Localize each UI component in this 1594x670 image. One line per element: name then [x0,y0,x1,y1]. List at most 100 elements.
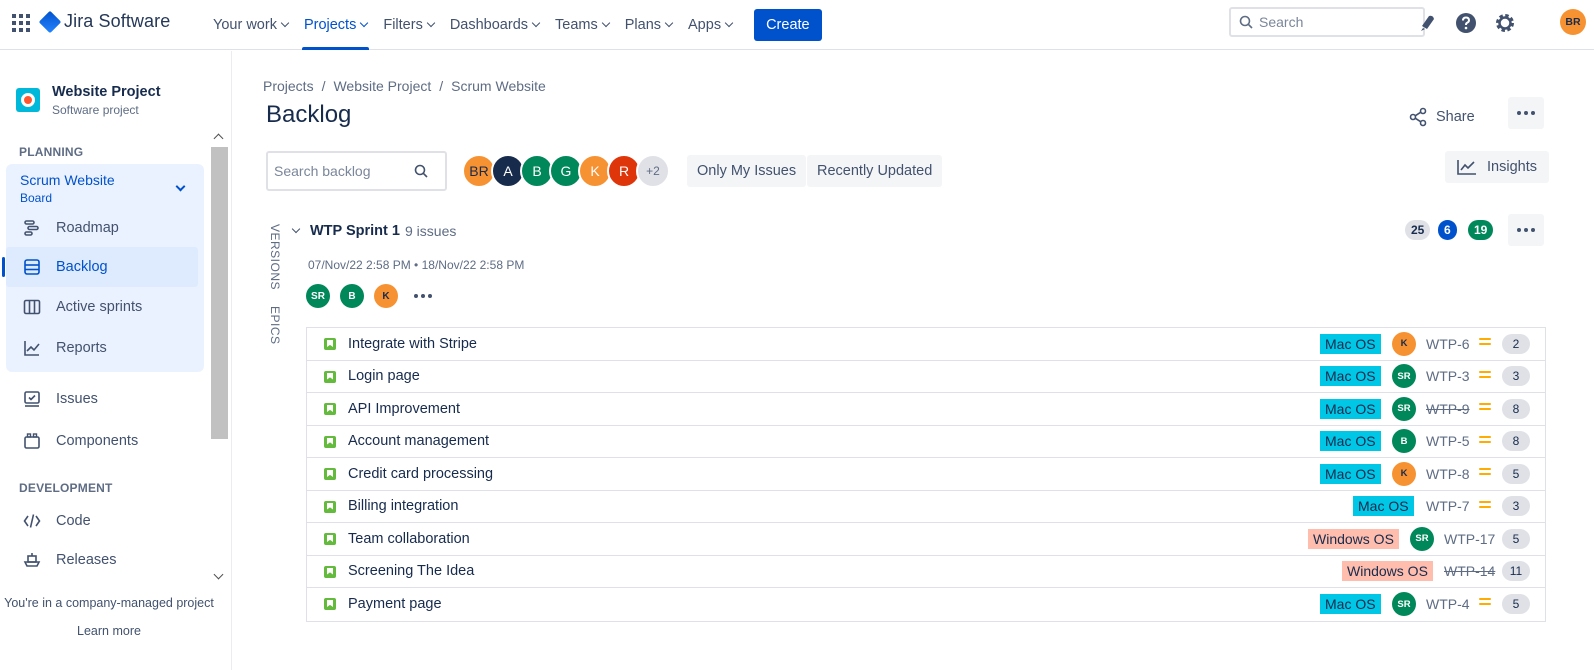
avatar[interactable]: K [374,284,398,308]
story-points[interactable]: 5 [1502,463,1530,484]
nav-apps[interactable]: Apps [680,0,740,50]
issue-key[interactable]: WTP-4 [1426,596,1470,612]
insights-button[interactable]: Insights [1445,151,1549,183]
avatar[interactable]: SR [1392,364,1416,389]
issue-summary[interactable]: Account management [348,433,489,449]
breadcrumb-projects[interactable]: Projects [263,78,314,94]
scroll-down-icon[interactable] [213,569,224,580]
backlog-search-input[interactable] [274,163,414,179]
nav-filters[interactable]: Filters [375,0,441,50]
table-row[interactable]: Team collaboration Windows OS SR WTP-17 … [307,523,1545,556]
issue-key[interactable]: WTP-3 [1426,368,1470,384]
backlog-search[interactable] [266,151,447,191]
issue-key[interactable]: WTP-14 [1444,563,1495,579]
sprint-more-button[interactable] [1508,214,1544,246]
avatar[interactable]: SR [1392,592,1416,617]
nav-label: Your work [213,17,277,33]
issue-summary[interactable]: Screening The Idea [348,563,474,579]
sidebar-item-code[interactable]: Code [6,501,198,541]
sidebar-item-reports[interactable]: Reports [6,328,198,368]
help-icon[interactable] [1455,12,1477,34]
story-points[interactable]: 8 [1502,431,1530,452]
more-avatars-button[interactable]: +2 [636,154,670,188]
project-header[interactable]: Website Project Software project [16,84,161,117]
avatar[interactable]: SR [1410,526,1434,551]
sidebar-item-active-sprints[interactable]: Active sprints [6,287,198,327]
board-name[interactable]: Scrum Website [20,172,115,188]
story-points[interactable]: 3 [1502,366,1530,387]
story-points[interactable]: 11 [1502,561,1530,582]
chevron-down-icon[interactable] [175,181,186,192]
story-points[interactable]: 5 [1502,528,1530,549]
table-row[interactable]: Billing integration Mac OS WTP-7 3 [307,491,1545,523]
notifications-icon[interactable] [1417,12,1439,34]
breadcrumb-separator: / [321,78,326,94]
avatar[interactable]: B [1392,429,1416,454]
sprint-issue-list: Integrate with Stripe Mac OS K WTP-6 2 L… [306,327,1546,622]
story-points[interactable]: 3 [1502,496,1530,517]
tab-epics[interactable]: EPICS [268,306,282,345]
avatar[interactable]: K [1392,331,1416,356]
sidebar-item-issues[interactable]: Issues [6,379,198,419]
table-row[interactable]: Payment page Mac OS SR WTP-4 5 [307,588,1545,621]
global-search-input[interactable] [1259,14,1409,30]
issue-key[interactable]: WTP-17 [1444,531,1495,547]
learn-more-link[interactable]: Learn more [0,624,218,638]
create-button[interactable]: Create [754,9,822,41]
avatar[interactable]: K [1392,461,1416,486]
table-row[interactable]: Screening The Idea Windows OS WTP-14 11 [307,556,1545,588]
recently-updated-filter[interactable]: Recently Updated [807,155,943,187]
nav-projects[interactable]: Projects [296,0,375,50]
story-points[interactable]: 5 [1502,594,1530,615]
only-my-issues-filter[interactable]: Only My Issues [687,155,807,187]
sidebar-item-backlog[interactable]: Backlog [2,247,198,287]
issue-summary[interactable]: Credit card processing [348,466,493,482]
sidebar-item-roadmap[interactable]: Roadmap [6,208,198,248]
more-assignees-icon[interactable] [414,294,432,298]
avatar[interactable]: SR [306,284,330,308]
nav-teams[interactable]: Teams [547,0,617,50]
issue-summary[interactable]: Integrate with Stripe [348,336,477,352]
table-row[interactable]: Login page Mac OS SR WTP-3 3 [307,361,1545,393]
tab-versions[interactable]: VERSIONS [268,224,282,290]
more-actions-button[interactable] [1508,97,1544,129]
issue-summary[interactable]: Login page [348,368,420,384]
scroll-up-icon[interactable] [213,133,224,144]
nav-your-work[interactable]: Your work [205,0,296,50]
avatar[interactable]: B [340,284,364,308]
code-icon [22,511,42,531]
sidebar-scrollbar[interactable] [211,129,228,585]
sidebar-item-components[interactable]: Components [6,421,198,461]
story-points[interactable]: 8 [1502,398,1530,419]
issue-key[interactable]: WTP-6 [1426,336,1470,352]
issue-summary[interactable]: Payment page [348,596,442,612]
story-points[interactable]: 2 [1502,333,1530,354]
issue-key[interactable]: WTP-5 [1426,433,1470,449]
status-count-done: 19 [1468,220,1494,240]
settings-icon[interactable] [1494,12,1516,34]
nav-plans[interactable]: Plans [617,0,680,50]
table-row[interactable]: Credit card processing Mac OS K WTP-8 5 [307,458,1545,491]
app-switcher-icon[interactable] [12,14,30,32]
nav-dashboards[interactable]: Dashboards [442,0,547,50]
issue-summary[interactable]: Billing integration [348,498,458,514]
issue-key[interactable]: WTP-7 [1426,498,1470,514]
sidebar-item-releases[interactable]: Releases [6,540,198,580]
chevron-down-icon[interactable] [291,224,301,234]
scrollbar-thumb[interactable] [211,147,228,439]
breadcrumb-board[interactable]: Scrum Website [451,78,546,94]
issue-key[interactable]: WTP-9 [1426,401,1470,417]
global-search[interactable] [1229,7,1425,37]
nav-label: Plans [624,17,662,33]
share-button[interactable]: Share [1408,101,1475,133]
table-row[interactable]: Account management Mac OS B WTP-5 8 [307,426,1545,458]
issue-key[interactable]: WTP-8 [1426,466,1470,482]
product-logo[interactable]: Jira Software [38,10,170,33]
issue-summary[interactable]: API Improvement [348,401,460,417]
breadcrumb-project[interactable]: Website Project [333,78,431,94]
table-row[interactable]: Integrate with Stripe Mac OS K WTP-6 2 [307,328,1545,361]
issue-summary[interactable]: Team collaboration [348,531,470,547]
table-row[interactable]: API Improvement Mac OS SR WTP-9 8 [307,393,1545,426]
avatar[interactable]: SR [1392,396,1416,421]
user-avatar[interactable]: BR [1560,9,1586,35]
